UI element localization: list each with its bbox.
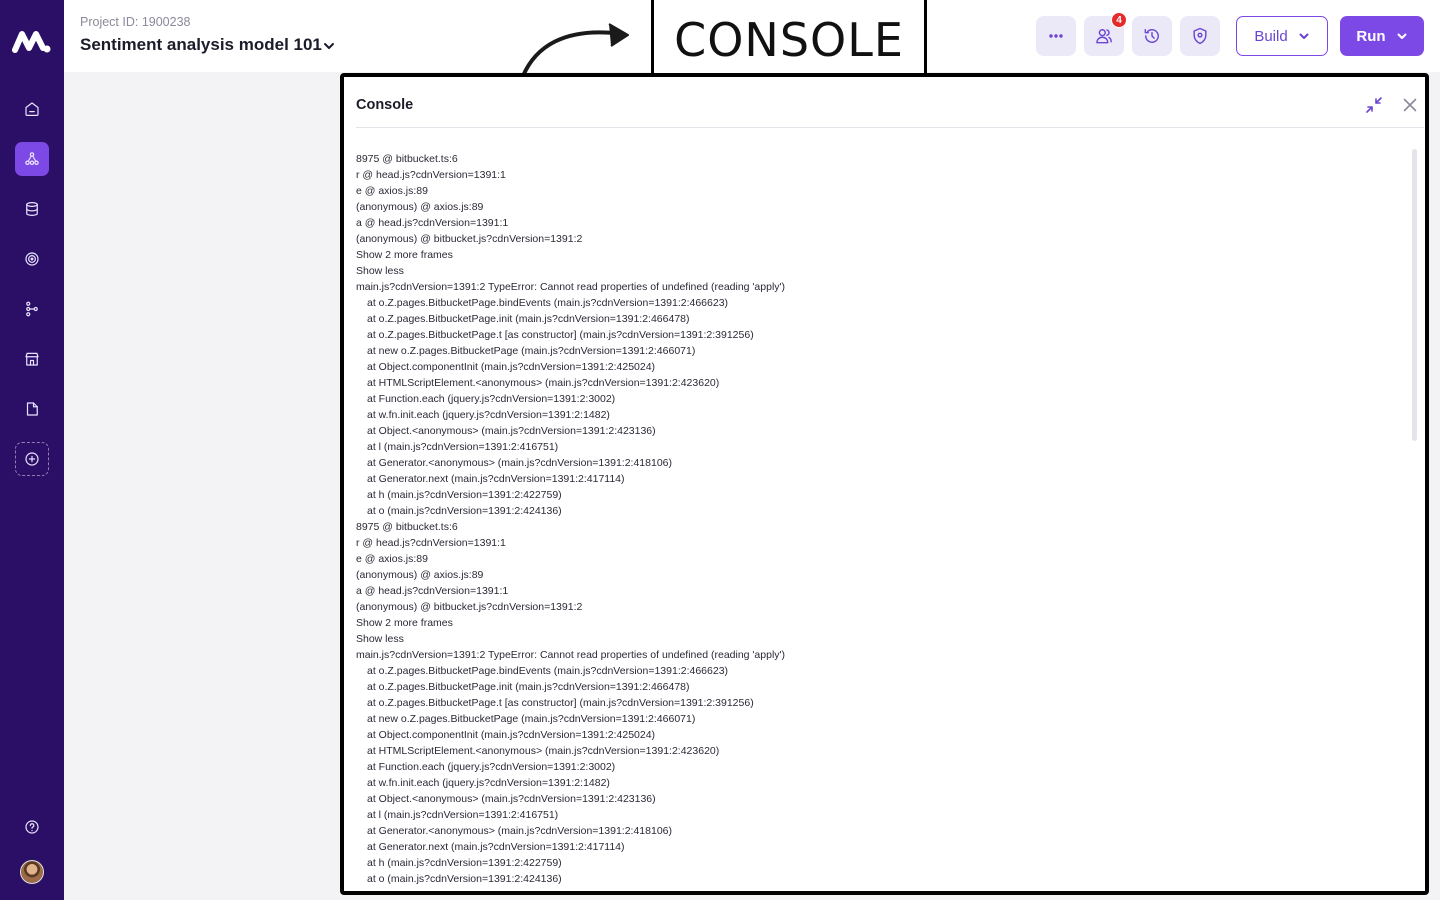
console-log-line: Show less [356,633,404,645]
sidebar-item-pipeline[interactable] [15,142,49,176]
console-log-line: Show 2 more frames [356,617,453,629]
console-log-line: at l (main.js?cdnVersion=1391:2:416751) [367,809,559,821]
console-log-line: at w.fn.init.each (jquery.js?cdnVersion=… [367,777,610,789]
chevron-down-icon [1299,33,1309,39]
console-log-line: r @ head.js?cdnVersion=1391:1 [356,537,506,549]
console-log-line: at h (main.js?cdnVersion=1391:2:422759) [367,857,562,869]
annotation-callout: CONSOLE [651,0,927,76]
console-log-line: at Generator.<anonymous> (main.js?cdnVer… [367,825,672,837]
sidebar-item-monitoring[interactable] [15,242,49,276]
console-log-line: at o.Z.pages.BitbucketPage.bindEvents (m… [367,297,729,309]
sidebar-item-home[interactable] [15,92,49,126]
run-button-label: Run [1356,27,1386,45]
console-log-line: (anonymous) @ bitbucket.js?cdnVersion=13… [356,233,583,245]
console-panel: Console 8975 @ bitbucket.ts:6 r @ head.js… [340,73,1429,895]
security-button[interactable] [1180,16,1220,56]
console-log-line: at Generator.next (main.js?cdnVersion=13… [367,841,625,853]
console-log-line: at Function.each (jquery.js?cdnVersion=1… [367,393,616,405]
console-log-line: Show less [356,265,404,277]
console-log-line: at Object.<anonymous> (main.js?cdnVersio… [367,793,656,805]
sidebar-item-workflow[interactable] [15,292,49,326]
console-log-line: main.js?cdnVersion=1391:2 TypeError: Can… [356,281,786,293]
console-log-line: a @ head.js?cdnVersion=1391:1 [356,585,509,597]
console-log-line: at new o.Z.pages.BitbucketPage (main.js?… [367,713,696,725]
console-log-line: at new o.Z.pages.BitbucketPage (main.js?… [367,345,696,357]
console-log-line: at o (main.js?cdnVersion=1391:2:424136) [367,505,562,517]
file-icon [26,402,38,416]
more-horizontal-icon [1049,34,1063,38]
help-button[interactable] [15,810,49,844]
console-divider [356,127,1424,128]
console-scrollbar[interactable] [1412,149,1417,441]
chevron-down-icon [324,43,334,49]
add-circle-icon [25,452,39,466]
help-icon [25,820,39,834]
sidebar-item-marketplace[interactable] [15,342,49,376]
project-dropdown-chevron[interactable] [321,38,337,54]
sidebar-item-add[interactable] [15,442,49,476]
target-icon [25,252,39,266]
run-button[interactable]: Run [1340,16,1424,56]
console-log-line: at l (main.js?cdnVersion=1391:2:416751) [367,441,559,453]
console-log-line: at o.Z.pages.BitbucketPage.init (main.js… [367,681,690,693]
console-log-line: at o.Z.pages.BitbucketPage.bindEvents (m… [367,665,729,677]
notification-badge: 4 [1111,12,1127,28]
console-log-line: Show 2 more frames [356,249,453,261]
close-console-button[interactable] [1399,94,1421,116]
app-logo[interactable] [12,28,52,54]
console-log-line: at o.Z.pages.BitbucketPage.t [as constru… [367,329,754,341]
home-icon [25,102,39,116]
history-button[interactable] [1132,16,1172,56]
store-icon [25,352,39,366]
console-log-line: (anonymous) @ bitbucket.js?cdnVersion=13… [356,601,583,613]
console-title: Console [356,97,414,113]
sidebar-item-files[interactable] [15,392,49,426]
console-log-line: a @ head.js?cdnVersion=1391:1 [356,217,509,229]
close-icon [1403,98,1417,112]
console-log-line: 8975 @ bitbucket.ts:6 [356,153,458,165]
database-icon [26,202,38,216]
user-avatar[interactable] [20,860,44,884]
console-log-line: e @ axios.js:89 [356,553,428,565]
flow-icon [26,301,38,317]
more-options-button[interactable] [1036,16,1076,56]
collaborators-button[interactable]: 4 [1084,12,1127,56]
console-log-line: at o.Z.pages.BitbucketPage.t [as constru… [367,697,754,709]
console-log-line: at Object.<anonymous> (main.js?cdnVersio… [367,425,656,437]
console-log-line: (anonymous) @ axios.js:89 [356,201,484,213]
console-log[interactable]: 8975 @ bitbucket.ts:6 r @ head.js?cdnVers… [356,151,1396,891]
build-button[interactable]: Build [1236,16,1328,56]
annotation-label: CONSOLE [674,12,904,67]
project-title[interactable]: Sentiment analysis model 101 [80,35,322,55]
console-log-line: at Object.componentInit (main.js?cdnVers… [367,361,656,373]
sidebar-item-database[interactable] [15,192,49,226]
console-log-line: at Function.each (jquery.js?cdnVersion=1… [367,761,616,773]
console-log-line: at w.fn.init.each (jquery.js?cdnVersion=… [367,409,610,421]
nodes-icon [25,152,39,166]
console-log-line: at h (main.js?cdnVersion=1391:2:422759) [367,489,562,501]
build-button-label: Build [1254,27,1288,45]
console-log-line: at o.Z.pages.BitbucketPage.init (main.js… [367,313,690,325]
console-log-line: main.js?cdnVersion=1391:2 TypeError: Can… [356,649,786,661]
users-icon [1096,29,1112,44]
console-log-line: at Generator.next (main.js?cdnVersion=13… [367,473,625,485]
history-icon [1144,29,1159,43]
workspace-canvas[interactable] [64,72,338,900]
minimize-icon [1366,97,1382,113]
console-log-line: at Object.componentInit (main.js?cdnVers… [367,729,656,741]
annotation-arrow-icon [521,23,629,78]
minimize-console-button[interactable] [1363,94,1385,116]
chevron-down-icon [1397,33,1407,39]
project-id: Project ID: 1900238 [80,15,191,29]
console-log-line: r @ head.js?cdnVersion=1391:1 [356,169,506,181]
console-log-line: 8975 @ bitbucket.ts:6 [356,521,458,533]
console-log-line: at o (main.js?cdnVersion=1391:2:424136) [367,873,562,885]
shield-icon [1193,27,1207,45]
console-log-line: at HTMLScriptElement.<anonymous> (main.j… [367,377,720,389]
console-log-line: e @ axios.js:89 [356,185,428,197]
console-log-line: (anonymous) @ axios.js:89 [356,569,484,581]
console-log-line: at Generator.<anonymous> (main.js?cdnVer… [367,457,672,469]
sidebar [0,0,64,900]
console-log-line: at HTMLScriptElement.<anonymous> (main.j… [367,745,720,757]
